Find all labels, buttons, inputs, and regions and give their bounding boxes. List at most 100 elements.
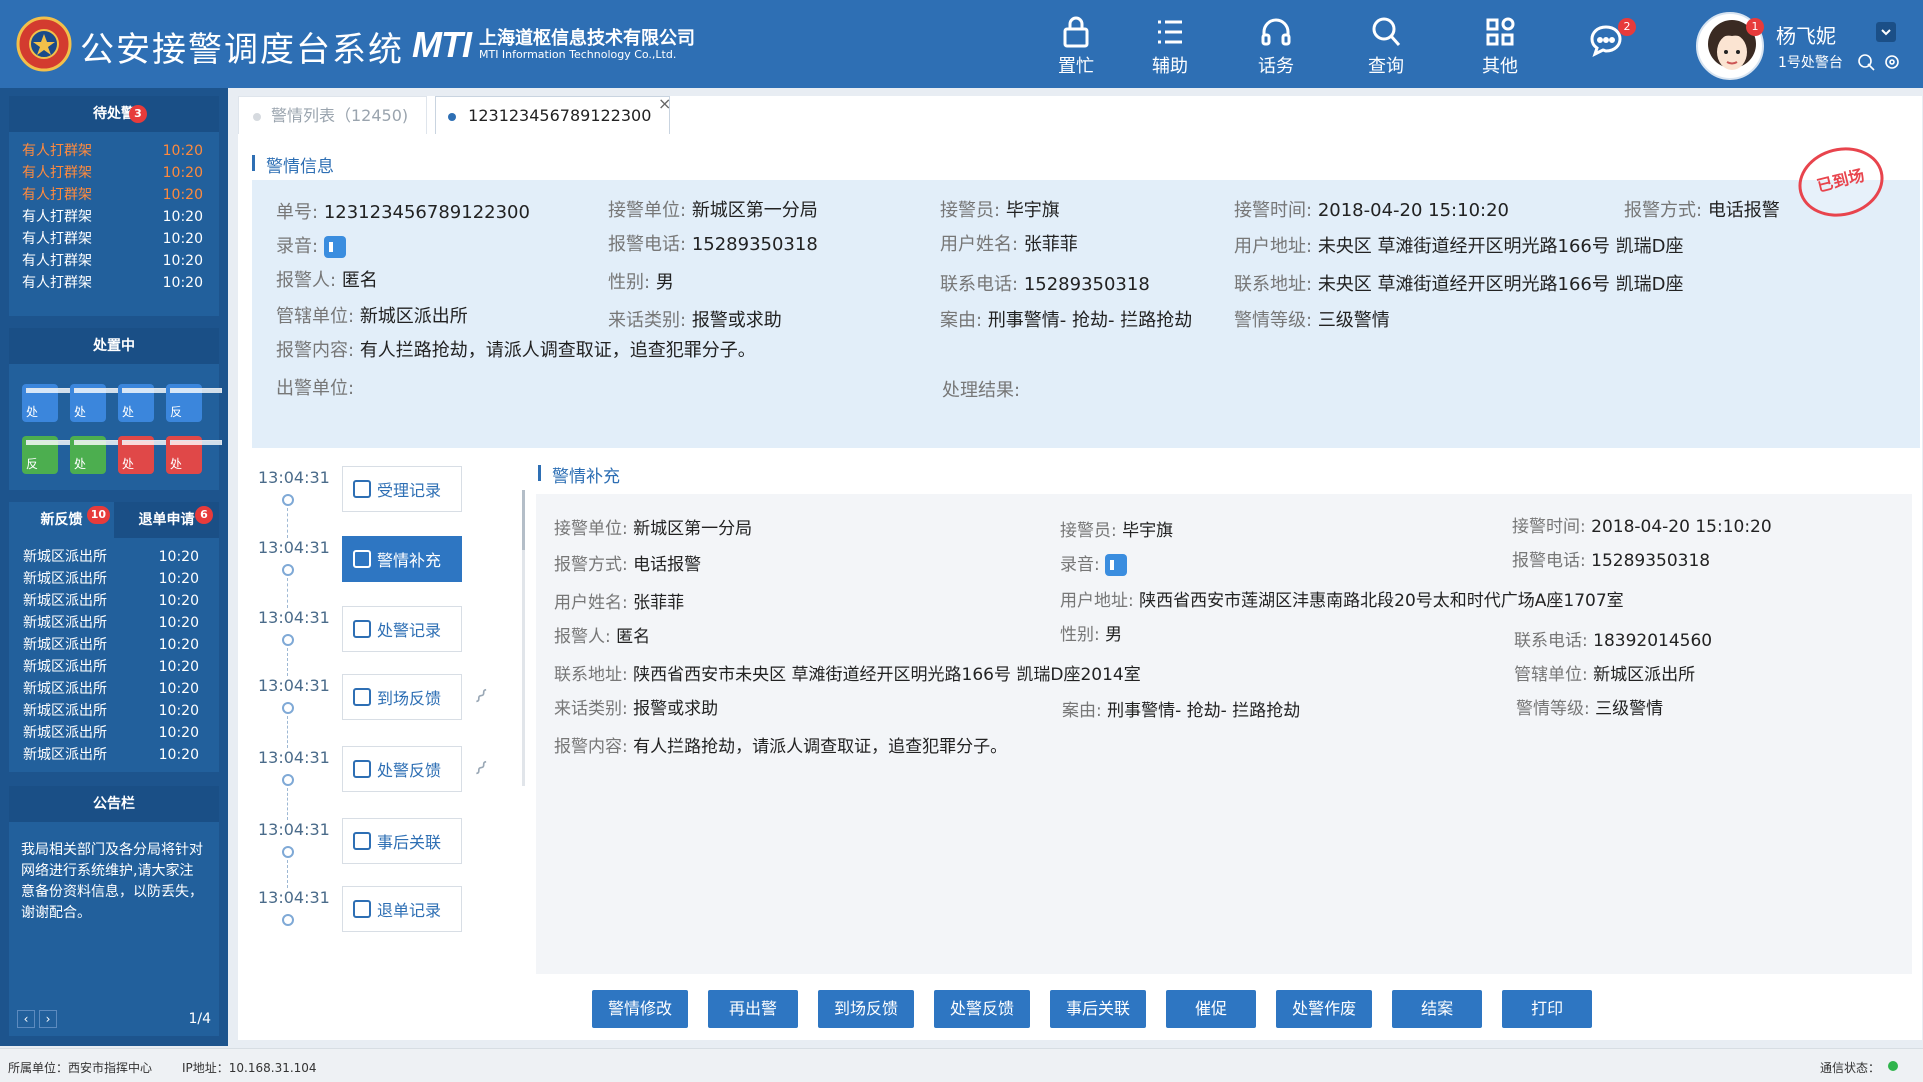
field-content: 报警内容: 有人拦路抢劫，请派人调查取证，追查犯罪分子。 bbox=[276, 340, 756, 361]
timeline-button[interactable]: 处警记录 bbox=[342, 606, 462, 652]
action-button[interactable]: 打印 bbox=[1502, 990, 1593, 1028]
app-title: 公安接警调度台系统 bbox=[80, 30, 404, 70]
timeline-button[interactable]: 处警反馈 bbox=[342, 746, 462, 792]
action-button[interactable]: 催促 bbox=[1166, 990, 1257, 1028]
action-button[interactable]: 到场反馈 bbox=[818, 990, 915, 1028]
supp-content: 报警内容: 有人拦路抢劫，请派人调查取证，追查犯罪分子。 bbox=[554, 737, 1008, 757]
user-dropdown-button[interactable] bbox=[1876, 22, 1896, 42]
dispatch-icon-grid: 处处处反反处处处 bbox=[9, 364, 222, 474]
field-sex: 性别: 男 bbox=[608, 272, 674, 293]
field-time: 接警时间: 2018-04-20 15:10:20 bbox=[1234, 200, 1509, 221]
nav-traffic[interactable]: 话务 bbox=[1236, 14, 1316, 78]
dispatch-card-icon[interactable]: 处 bbox=[70, 384, 126, 422]
list-item[interactable]: 有人打群架 10:20 bbox=[9, 206, 219, 228]
settings-tool-icon[interactable] bbox=[1882, 52, 1902, 72]
list-item[interactable]: 有人打群架 10:20 bbox=[9, 162, 219, 184]
record-icon bbox=[353, 550, 371, 568]
dispatch-card-icon[interactable]: 处 bbox=[166, 436, 222, 474]
list-item[interactable]: 新城区派出所 10:20 bbox=[9, 590, 219, 612]
list-item[interactable]: 有人打群架 10:20 bbox=[9, 140, 219, 162]
list-item[interactable]: 新城区派出所 10:20 bbox=[9, 612, 219, 634]
record-icon bbox=[353, 620, 371, 638]
speaker-icon[interactable] bbox=[1105, 554, 1128, 576]
list-item[interactable]: 新城区派出所 10:20 bbox=[9, 722, 219, 744]
dispatching-header: 处置中 bbox=[9, 328, 219, 364]
dispatch-card-icon[interactable]: 处 bbox=[70, 436, 126, 474]
field-method: 报警方式: 电话报警 bbox=[1624, 200, 1780, 221]
nav-traffic-label: 话务 bbox=[1258, 56, 1294, 77]
footer-unit: 所属单位：西安市指挥中心 bbox=[8, 1061, 153, 1075]
timeline-scrollbar[interactable] bbox=[522, 490, 525, 786]
list-item[interactable]: 新城区派出所 10:20 bbox=[9, 656, 219, 678]
supp-time: 接警时间: 2018-04-20 15:10:20 bbox=[1512, 517, 1772, 537]
list-item[interactable]: 新城区派出所 10:20 bbox=[9, 700, 219, 722]
timeline-button[interactable]: 到场反馈 bbox=[342, 674, 462, 720]
dispatch-card-icon[interactable]: 反 bbox=[166, 384, 222, 422]
nav-busy[interactable]: 置忙 bbox=[1036, 14, 1116, 78]
record-icon bbox=[353, 900, 371, 918]
dispatch-card-icon[interactable]: 处 bbox=[22, 384, 78, 422]
tab-return-request[interactable]: 退单申请 6 bbox=[114, 502, 219, 538]
supp-useraddr: 用户地址: 陕西省西安市莲湖区沣惠南路北段20号太和时代广场A座1707室 bbox=[1060, 591, 1624, 611]
field-jurisdiction: 管辖单位: 新城区派出所 bbox=[276, 306, 468, 327]
field-no: 单号: 123123456789122300 bbox=[276, 202, 530, 223]
speaker-icon[interactable] bbox=[323, 236, 346, 258]
dispatch-card-icon[interactable]: 处 bbox=[118, 436, 174, 474]
list-item[interactable]: 有人打群架 10:20 bbox=[9, 184, 219, 206]
timeline-button[interactable]: 退单记录 bbox=[342, 886, 462, 932]
pending-list: 有人打群架 10:20 有人打群架 10:20 有人打群架 10:20 有人打群架 10… bbox=[9, 132, 219, 294]
close-icon[interactable]: × bbox=[658, 85, 671, 123]
connection-status-icon bbox=[1888, 1061, 1898, 1071]
timeline-dot bbox=[282, 634, 294, 646]
nav-assist[interactable]: 辅助 bbox=[1130, 14, 1210, 78]
prev-page-button[interactable]: ‹ bbox=[17, 1010, 35, 1028]
nav-chat[interactable]: 2 bbox=[1566, 18, 1646, 58]
user-seat: 1号处警台 bbox=[1778, 55, 1843, 71]
list-item[interactable]: 新城区派出所 10:20 bbox=[9, 678, 219, 700]
action-button[interactable]: 事后关联 bbox=[1050, 990, 1147, 1028]
supp-level: 警情等级: 三级警情 bbox=[1516, 699, 1664, 719]
timeline-button[interactable]: 受理记录 bbox=[342, 466, 462, 512]
timeline-button[interactable]: 事后关联 bbox=[342, 818, 462, 864]
user-tools bbox=[1856, 52, 1902, 72]
record-icon bbox=[353, 480, 371, 498]
nav-other[interactable]: 其他 bbox=[1460, 14, 1540, 78]
action-button[interactable]: 结案 bbox=[1392, 990, 1483, 1028]
field-phone: 报警电话: 15289350318 bbox=[608, 234, 818, 255]
nav-query[interactable]: 查询 bbox=[1346, 14, 1426, 78]
notice-header: 公告栏 bbox=[9, 786, 219, 822]
supp-phone: 报警电话: 15289350318 bbox=[1512, 551, 1711, 571]
next-page-button[interactable]: › bbox=[39, 1010, 57, 1028]
dispatch-card-icon[interactable]: 反 bbox=[22, 436, 78, 474]
field-unit: 接警单位: 新城区第一分局 bbox=[608, 200, 818, 221]
timeline-dot bbox=[282, 914, 294, 926]
tab-new-feedback[interactable]: 新反馈 10 bbox=[9, 502, 114, 538]
action-button[interactable]: 再出警 bbox=[708, 990, 799, 1028]
timeline-button[interactable]: 警情补充 bbox=[342, 536, 462, 582]
list-item[interactable]: 新城区派出所 10:20 bbox=[9, 546, 219, 568]
supp-officer: 接警员: 毕宇旗 bbox=[1060, 521, 1174, 541]
list-item[interactable]: 新城区派出所 10:20 bbox=[9, 568, 219, 590]
field-officer: 接警员: 毕宇旗 bbox=[940, 200, 1060, 221]
timeline-connector bbox=[287, 648, 288, 676]
timeline-connector bbox=[287, 716, 288, 748]
dispatch-card-icon[interactable]: 处 bbox=[118, 384, 174, 422]
tab-current-case[interactable]: 123123456789122300 × bbox=[435, 94, 671, 134]
action-button[interactable]: 处警作废 bbox=[1276, 990, 1373, 1028]
supp-jurisdiction: 管辖单位: 新城区派出所 bbox=[1514, 665, 1696, 685]
list-item[interactable]: 新城区派出所 10:20 bbox=[9, 744, 219, 766]
timeline-dot bbox=[282, 564, 294, 576]
tab-alarm-list[interactable]: 警情列表（12450) bbox=[238, 96, 428, 134]
timeline-time: 13:04:31 bbox=[258, 468, 330, 487]
list-item[interactable]: 有人打群架 10:20 bbox=[9, 272, 219, 294]
status-tool-icon[interactable] bbox=[1856, 52, 1876, 72]
timeline-time: 13:04:31 bbox=[258, 538, 330, 557]
notice-text: 我局相关部门及各分局将针对网络进行系统维护,请大家注意备份资料信息，以防丢失，谢… bbox=[21, 842, 203, 921]
timeline-time: 13:04:31 bbox=[258, 608, 330, 627]
list-item[interactable]: 有人打群架 10:20 bbox=[9, 228, 219, 250]
action-button[interactable]: 警情修改 bbox=[592, 990, 689, 1028]
list-item[interactable]: 有人打群架 10:20 bbox=[9, 250, 219, 272]
timeline-dot bbox=[282, 774, 294, 786]
action-button[interactable]: 处警反馈 bbox=[934, 990, 1031, 1028]
list-item[interactable]: 新城区派出所 10:20 bbox=[9, 634, 219, 656]
